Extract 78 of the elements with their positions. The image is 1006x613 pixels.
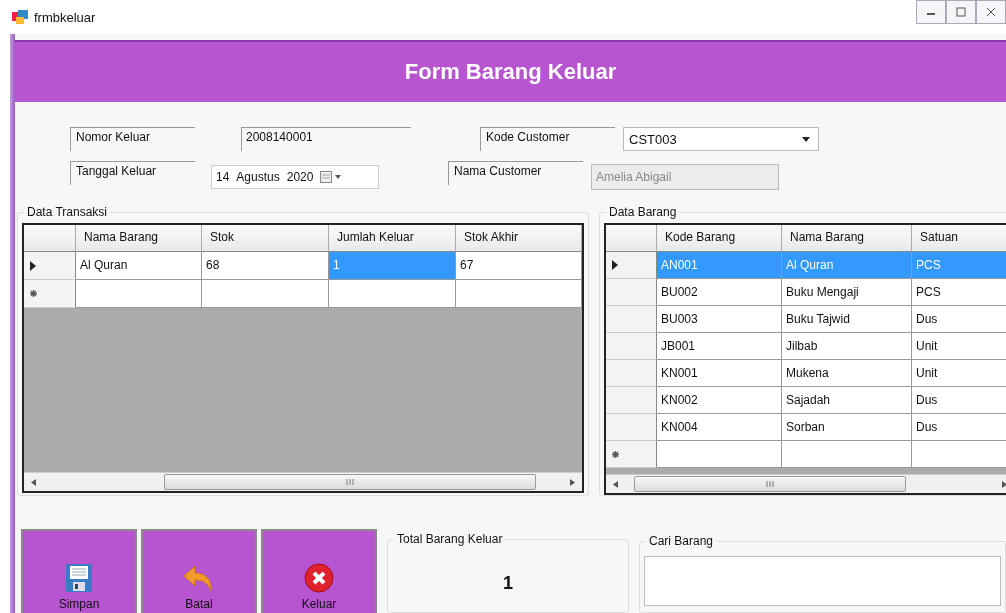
toolbar-button[interactable]: Batal: [141, 529, 257, 613]
field-label: Tanggal Keluar: [70, 161, 195, 185]
table-cell[interactable]: [76, 280, 202, 308]
table-cell[interactable]: Al Quran: [76, 252, 202, 280]
window-title: frmbkeluar: [34, 9, 96, 25]
form-title: Form Barang Keluar: [404, 59, 617, 85]
current-row-icon: [30, 260, 36, 271]
undo-arrow-icon: [183, 565, 215, 593]
table-cell[interactable]: KN001: [657, 360, 782, 387]
field-label: Nomor Keluar: [70, 127, 195, 151]
group-title: Data Barang: [606, 205, 680, 219]
calendar-dropdown-icon: [320, 171, 343, 183]
row-header[interactable]: [606, 252, 657, 279]
customer-dropdown[interactable]: CST003: [623, 127, 819, 151]
table-cell[interactable]: Jilbab: [782, 333, 912, 360]
group-title: Data Transaksi: [24, 205, 111, 219]
current-row-icon: [612, 260, 618, 270]
column-header[interactable]: Jumlah Keluar: [329, 225, 456, 252]
close-icon: [304, 563, 334, 593]
grip-icon: [765, 481, 775, 487]
table-cell[interactable]: [202, 280, 329, 308]
column-header[interactable]: Nama Barang: [782, 225, 912, 252]
table-cell[interactable]: JB001: [657, 333, 782, 360]
table-cell[interactable]: KN004: [657, 414, 782, 441]
row-header[interactable]: [606, 441, 657, 468]
table-cell[interactable]: BU003: [657, 306, 782, 333]
column-header[interactable]: Stok: [202, 225, 329, 252]
column-header[interactable]: Stok Akhir: [456, 225, 582, 252]
close-button[interactable]: [976, 0, 1006, 24]
scroll-left-icon[interactable]: [613, 480, 619, 488]
scroll-right-icon[interactable]: [1001, 480, 1006, 488]
table-cell[interactable]: Dus: [912, 387, 1006, 414]
toolbar-button[interactable]: Keluar: [261, 529, 377, 613]
field-label: Kode Customer: [480, 127, 615, 151]
minimize-button[interactable]: [916, 0, 946, 24]
toolbar-button[interactable]: Simpan: [21, 529, 137, 613]
table-cell[interactable]: [657, 441, 782, 468]
table-cell[interactable]: Sorban: [782, 414, 912, 441]
table-cell[interactable]: Buku Tajwid: [782, 306, 912, 333]
table-cell[interactable]: [456, 280, 582, 308]
group-title: Total Barang Keluar: [394, 532, 506, 546]
table-cell[interactable]: KN002: [657, 387, 782, 414]
dropdown-caret-icon: [802, 136, 810, 142]
new-row-icon: [30, 290, 37, 297]
table-cell[interactable]: [912, 441, 1006, 468]
table-cell[interactable]: Sajadah: [782, 387, 912, 414]
table-cell[interactable]: PCS: [912, 279, 1006, 306]
grip-icon: [345, 479, 355, 485]
scroll-thumb[interactable]: [164, 474, 536, 490]
column-header[interactable]: Satuan: [912, 225, 1006, 252]
table-cell[interactable]: 68: [202, 252, 329, 280]
column-header[interactable]: Nama Barang: [76, 225, 202, 252]
scroll-right-icon[interactable]: [569, 478, 575, 486]
new-row-icon: [612, 450, 619, 458]
table-cell[interactable]: Unit: [912, 360, 1006, 387]
table-cell[interactable]: 67: [456, 252, 582, 280]
table-cell[interactable]: BU002: [657, 279, 782, 306]
scroll-left-icon[interactable]: [31, 478, 37, 486]
table-cell[interactable]: Dus: [912, 414, 1006, 441]
column-header[interactable]: Kode Barang: [657, 225, 782, 252]
table-cell[interactable]: Dus: [912, 306, 1006, 333]
group-title: Cari Barang: [646, 534, 717, 548]
total-value: 1: [503, 572, 513, 594]
table-cell[interactable]: Unit: [912, 333, 1006, 360]
table-cell[interactable]: Buku Mengaji: [782, 279, 912, 306]
search-field[interactable]: [644, 556, 1001, 606]
number-field[interactable]: 2008140001: [241, 127, 411, 151]
maximize-icon: [956, 7, 966, 17]
table-cell[interactable]: [329, 280, 456, 308]
scroll-thumb[interactable]: [634, 476, 906, 492]
table-cell[interactable]: Mukena: [782, 360, 912, 387]
date-picker[interactable]: 14 Agustus 2020: [211, 165, 379, 189]
close-icon: [986, 7, 996, 17]
table-cell[interactable]: [782, 441, 912, 468]
row-header[interactable]: [24, 280, 76, 308]
app-icon: [12, 10, 28, 24]
row-header[interactable]: [24, 252, 76, 280]
field-label: Nama Customer: [448, 161, 583, 185]
